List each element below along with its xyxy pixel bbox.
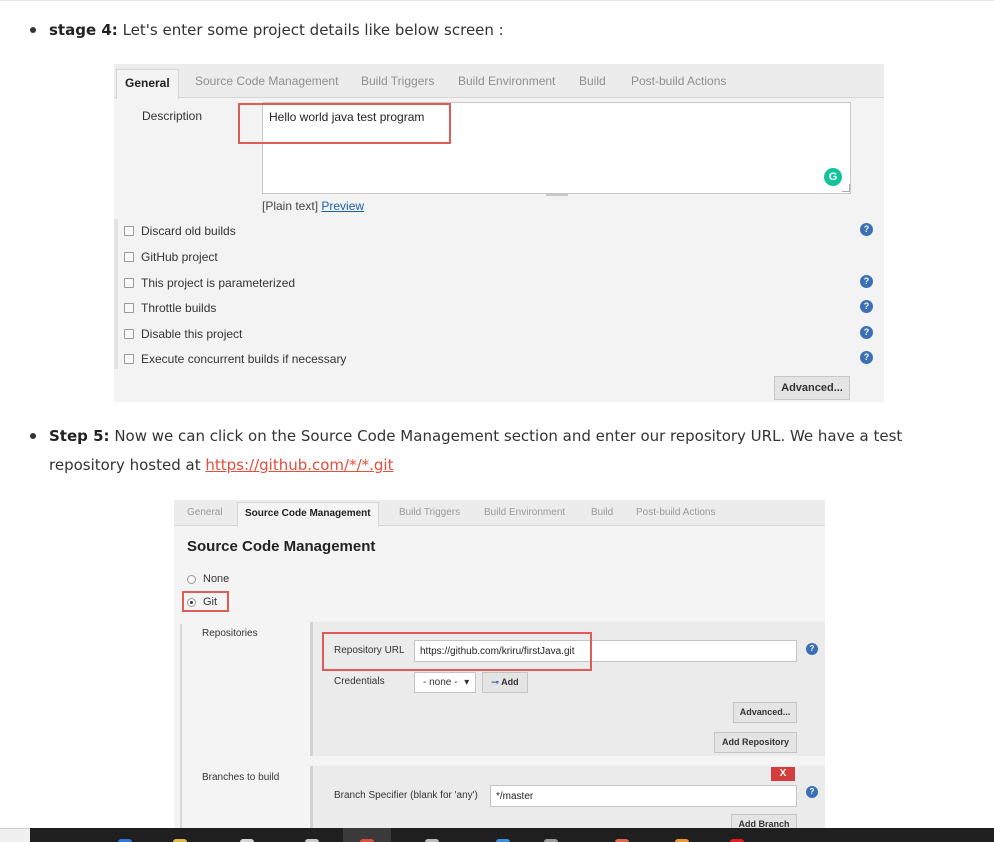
remove-branch-button[interactable]: X <box>771 767 795 781</box>
advanced-button[interactable]: Advanced... <box>774 376 850 400</box>
checkbox[interactable] <box>124 354 134 364</box>
key-icon: ⊸ <box>491 677 499 687</box>
radio-button[interactable] <box>187 575 196 584</box>
format-row: [Plain text] Preview <box>262 199 364 213</box>
tab-build-environment[interactable]: Build Environment <box>484 507 565 518</box>
taskbar-left-edge <box>0 828 30 842</box>
step-5-body: Now we can click on the Source Code Mana… <box>49 427 903 474</box>
tab-source-code-management[interactable]: Source Code Management <box>195 74 338 88</box>
step-4-item: stage 4: Let's enter some project detail… <box>30 16 960 45</box>
tab-build-triggers[interactable]: Build Triggers <box>399 507 460 518</box>
branch-specifier-input[interactable]: */master <box>490 785 797 807</box>
repositories-label: Repositories <box>202 628 258 639</box>
step-5-label: Step 5: <box>49 427 110 445</box>
option-label: Throttle builds <box>141 301 217 315</box>
plain-text-label: [Plain text] <box>262 199 319 213</box>
left-rail <box>180 624 182 830</box>
option-label: Discard old builds <box>141 224 236 238</box>
config-tabs: General Source Code Management Build Tri… <box>174 500 825 527</box>
tab-source-code-management[interactable]: Source Code Management <box>237 502 379 527</box>
checkbox[interactable] <box>124 226 134 236</box>
step-5-text: Step 5: Now we can click on the Source C… <box>49 422 960 480</box>
help-icon[interactable]: ? <box>806 643 818 655</box>
repository-link[interactable]: https://github.com/*/*.git <box>205 456 393 474</box>
branch-specifier-label: Branch Specifier (blank for 'any') <box>334 790 478 801</box>
bullet-dot <box>30 433 36 439</box>
tab-build[interactable]: Build <box>591 507 613 518</box>
left-rail <box>114 219 118 369</box>
jenkins-scm-screenshot: General Source Code Management Build Tri… <box>174 500 825 830</box>
step-4-text: stage 4: Let's enter some project detail… <box>49 16 960 45</box>
step-4-body: Let's enter some project details like be… <box>117 21 504 39</box>
description-label: Description <box>142 109 203 123</box>
branches-label: Branches to build <box>202 772 280 783</box>
jenkins-general-screenshot: General Source Code Management Build Tri… <box>114 64 884 402</box>
tab-general[interactable]: General <box>116 69 179 99</box>
credentials-select[interactable]: - none - ▾ <box>414 672 476 693</box>
step-5-item: Step 5: Now we can click on the Source C… <box>30 422 960 480</box>
tab-post-build-actions[interactable]: Post-build Actions <box>636 507 716 518</box>
step-4-label: stage 4: <box>49 21 118 39</box>
help-icon[interactable]: ? <box>860 275 873 288</box>
highlight-box <box>322 632 592 671</box>
option-label: Disable this project <box>141 327 243 341</box>
taskbar <box>30 828 994 842</box>
option-label: This project is parameterized <box>141 276 296 290</box>
option-label: Execute concurrent builds if necessary <box>141 352 347 366</box>
preview-link[interactable]: Preview <box>321 199 364 213</box>
checkbox[interactable] <box>124 329 134 339</box>
advanced-button[interactable]: Advanced... <box>733 702 797 723</box>
chevron-down-icon: ▾ <box>464 677 470 688</box>
checkbox[interactable] <box>124 278 134 288</box>
add-button-label: Add <box>501 677 519 687</box>
add-repository-button[interactable]: Add Repository <box>714 732 797 753</box>
top-divider <box>0 0 994 1</box>
tab-post-build-actions[interactable]: Post-build Actions <box>631 74 726 88</box>
credentials-value: - none - <box>423 677 458 688</box>
help-icon[interactable]: ? <box>860 223 873 236</box>
radio-label: None <box>203 573 230 585</box>
option-label: GitHub project <box>141 250 218 264</box>
help-icon[interactable]: ? <box>860 300 873 313</box>
help-icon[interactable]: ? <box>860 351 873 364</box>
textarea-grip <box>546 194 568 196</box>
highlight-box <box>238 103 451 144</box>
bullet-dot <box>30 27 36 33</box>
config-tabs: General Source Code Management Build Tri… <box>114 64 884 99</box>
credentials-label: Credentials <box>334 676 385 687</box>
section-title: Source Code Management <box>187 538 376 555</box>
help-icon[interactable]: ? <box>806 786 818 798</box>
help-icon[interactable]: ? <box>860 326 873 339</box>
grammarly-icon[interactable]: G <box>824 168 842 186</box>
tab-build-triggers[interactable]: Build Triggers <box>361 74 434 88</box>
highlight-box <box>182 591 229 612</box>
add-credentials-button[interactable]: ⊸ Add <box>482 672 528 693</box>
checkbox[interactable] <box>124 252 134 262</box>
tab-build-environment[interactable]: Build Environment <box>458 74 555 88</box>
tab-general[interactable]: General <box>187 507 223 518</box>
checkbox[interactable] <box>124 303 134 313</box>
resize-handle-icon[interactable] <box>842 184 850 192</box>
tab-build[interactable]: Build <box>579 74 606 88</box>
